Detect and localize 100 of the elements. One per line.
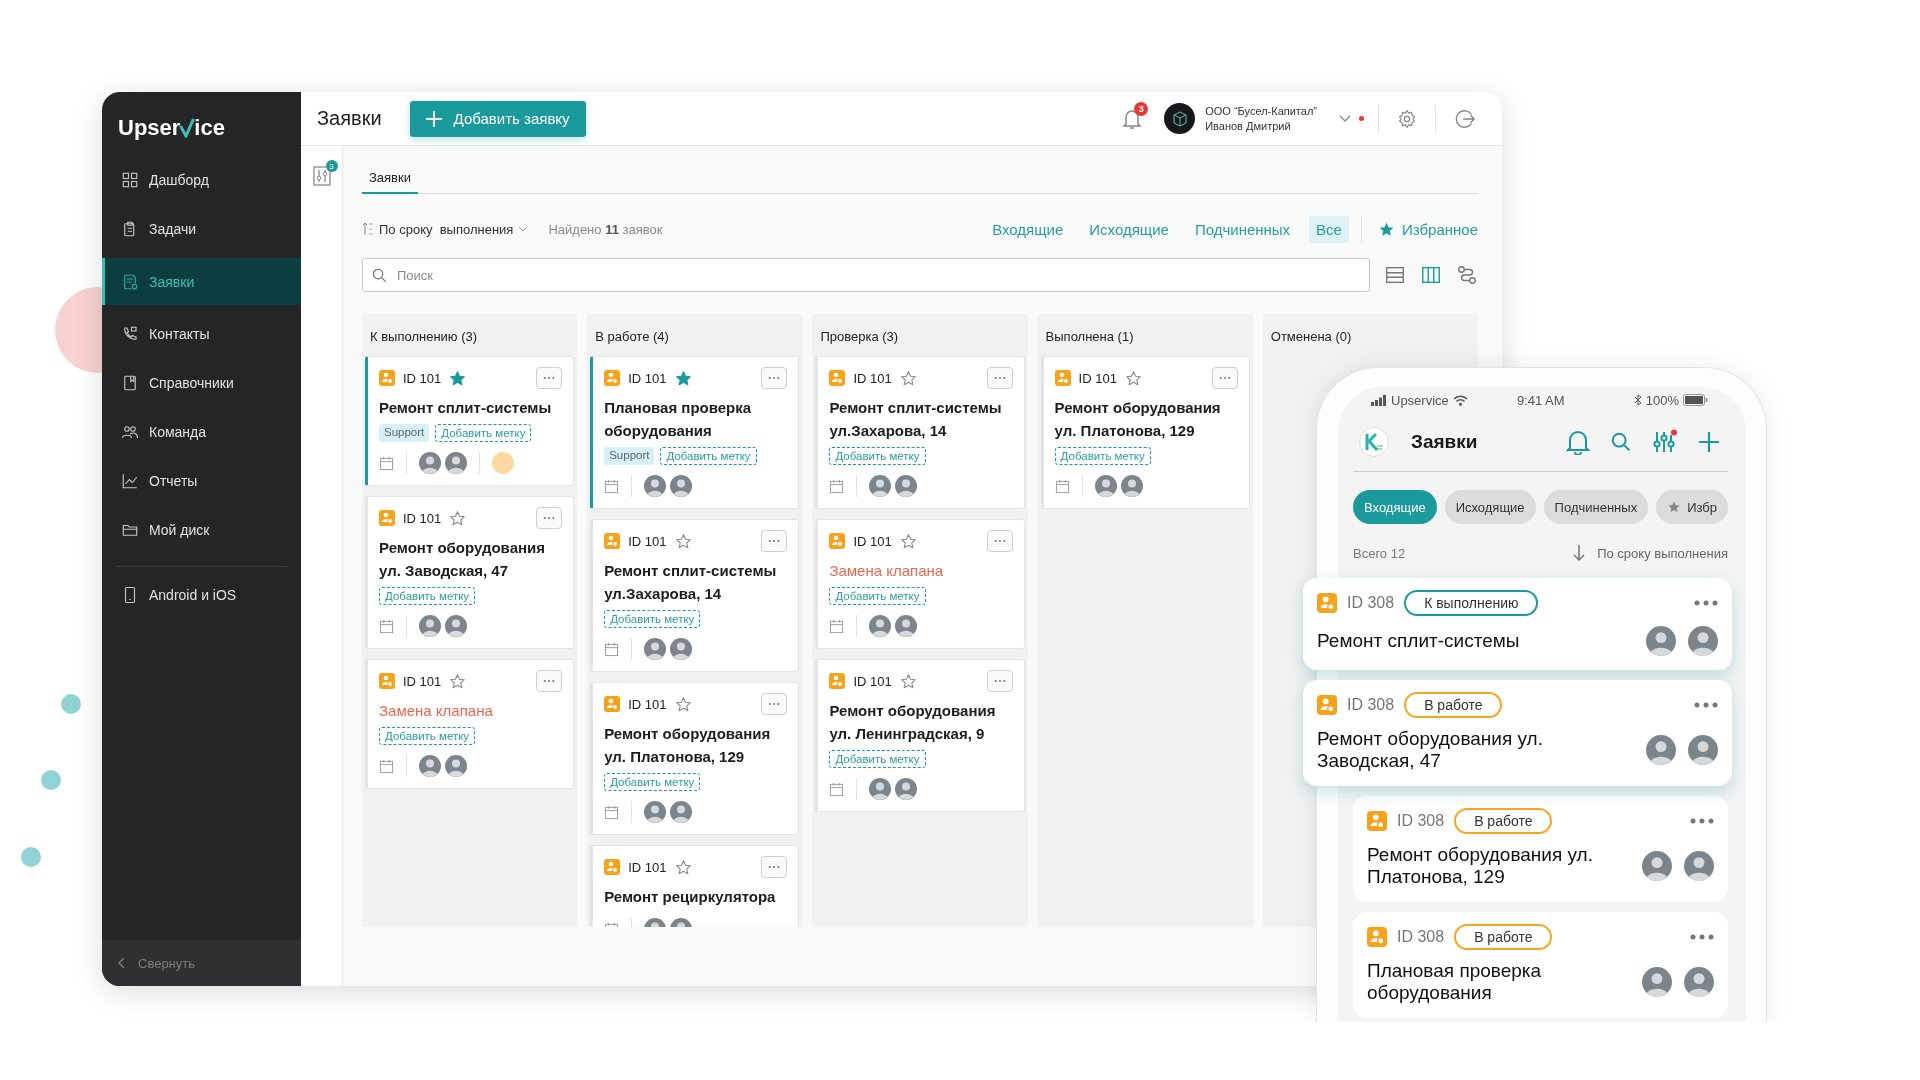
- status-badge: В работе: [1454, 808, 1553, 834]
- request-card[interactable]: ID 101 Ремонт оборудования ул. Платонова, 129 Добавить метку: [1040, 356, 1250, 509]
- sidebar-item[interactable]: Контакты: [102, 314, 301, 354]
- more-button[interactable]: [986, 670, 1013, 692]
- grid-icon: [121, 171, 139, 189]
- star-icon[interactable]: [449, 509, 467, 527]
- dots-icon: [1218, 376, 1231, 380]
- dots-icon: [768, 376, 781, 380]
- flow-view-icon[interactable]: [1456, 264, 1478, 286]
- more-icon[interactable]: [1690, 934, 1714, 940]
- more-button[interactable]: [986, 530, 1013, 552]
- decorative-circle: [61, 694, 81, 714]
- more-button[interactable]: [1211, 367, 1238, 389]
- dots-icon: [993, 539, 1006, 543]
- sort-dropdown[interactable]: По сроку выполнения: [362, 221, 529, 237]
- app-logo: [1359, 427, 1389, 457]
- chevron-down-icon: [518, 226, 529, 232]
- more-button[interactable]: [536, 367, 563, 389]
- search-icon[interactable]: [1610, 431, 1632, 453]
- arrow-down-icon: [1573, 544, 1586, 562]
- request-card[interactable]: ID 101 Ремонт сплит-системы ул.Захарова, 14 Добавить метку: [815, 356, 1025, 509]
- total-count: Всего 12: [1353, 545, 1406, 561]
- request-card[interactable]: ID 101 Ремонт оборудования ул. Заводская, 47 Добавить метку: [365, 496, 575, 649]
- star-icon[interactable]: [1124, 369, 1142, 387]
- add-icon[interactable]: [1698, 431, 1720, 453]
- request-card[interactable]: ID 101 Плановая проверка оборудования Support Добавить метку: [590, 356, 800, 509]
- sidebar-item[interactable]: Команда: [102, 412, 301, 452]
- filter-icon[interactable]: [312, 166, 331, 186]
- more-button[interactable]: [761, 693, 788, 715]
- request-card[interactable]: ID 101 Ремонт оборудования ул. Ленинградская, 9 Добавить метку: [815, 659, 1025, 812]
- list-view-icon[interactable]: [1384, 264, 1406, 286]
- more-icon[interactable]: [1690, 818, 1714, 824]
- tag: Support: [379, 424, 430, 442]
- request-title: Ремонт сплит-системы ул.Захарова, 14: [604, 561, 778, 604]
- request-id: ID 101: [853, 370, 892, 386]
- sidebar-item[interactable]: Дашборд: [102, 160, 301, 200]
- request-card[interactable]: ID 101 Ремонт сплит-системы ул.Захарова, 14 Добавить метку: [590, 519, 800, 672]
- columns-view-icon[interactable]: [1420, 264, 1442, 286]
- request-card[interactable]: ID 101 Замена клапана Добавить метку: [815, 519, 1025, 649]
- sort-button[interactable]: По сроку выполнения: [1573, 544, 1728, 562]
- sort-icon: [362, 222, 374, 236]
- star-icon[interactable]: [899, 532, 917, 550]
- request-card[interactable]: ID 101 Ремонт рециркулятора: [590, 845, 800, 927]
- more-icon[interactable]: [1694, 600, 1718, 606]
- bell-icon[interactable]: [1566, 429, 1590, 455]
- sidebar-item[interactable]: Справочники: [102, 363, 301, 403]
- dots-icon: [993, 376, 1006, 380]
- notification-badge: 3: [1134, 101, 1149, 116]
- star-icon[interactable]: [674, 532, 692, 550]
- request-card[interactable]: ID 308 В работе Ремонт оборудования ул. Заводская, 47: [1303, 680, 1732, 786]
- star-icon[interactable]: [449, 672, 467, 690]
- more-button[interactable]: [761, 367, 788, 389]
- people-icon: [121, 423, 139, 441]
- star-icon[interactable]: [449, 369, 467, 387]
- sidebar-item[interactable]: Android и iOS: [102, 575, 301, 615]
- request-icon: [604, 533, 621, 549]
- star-icon[interactable]: [899, 369, 917, 387]
- star-icon[interactable]: [674, 858, 692, 876]
- filter-icon[interactable]: [1652, 429, 1678, 455]
- request-card[interactable]: ID 101 Ремонт сплит-системы Support Добавить метку: [365, 356, 575, 486]
- request-card[interactable]: ID 308 В работе Ремонт оборудования ул. Платонова, 129: [1353, 796, 1728, 902]
- tab[interactable]: Заявки: [362, 164, 418, 194]
- request-card[interactable]: ID 308 К выполнению Ремонт сплит-системы: [1303, 578, 1732, 670]
- sidebar-item[interactable]: Задачи: [102, 209, 301, 249]
- dots-icon: [543, 516, 556, 520]
- sidebar-item[interactable]: Заявки: [102, 258, 301, 305]
- filter-tab[interactable]: Подчиненных: [1543, 490, 1649, 524]
- sidebar-item[interactable]: Мой диск: [102, 510, 301, 550]
- request-id: ID 308: [1347, 594, 1395, 612]
- more-button[interactable]: [761, 856, 788, 878]
- battery-icon: [1683, 394, 1708, 406]
- request-title: Ремонт сплит-системы ул.Захарова, 14: [829, 398, 1003, 441]
- request-card[interactable]: ID 101 Ремонт оборудования ул. Платонова, 129 Добавить метку: [590, 682, 800, 835]
- sidebar-item[interactable]: Отчеты: [102, 461, 301, 501]
- request-icon: [379, 510, 395, 526]
- decorative-circle: [41, 770, 61, 790]
- more-button[interactable]: [536, 670, 563, 692]
- star-icon[interactable]: [674, 369, 692, 387]
- search-icon: [372, 268, 387, 283]
- filter-tab[interactable]: Избр: [1656, 490, 1728, 524]
- dots-icon: [993, 679, 1006, 683]
- star-icon[interactable]: [899, 672, 917, 690]
- settings-icon[interactable]: [1397, 108, 1417, 129]
- more-icon[interactable]: [1694, 702, 1718, 708]
- request-id: ID 101: [628, 696, 667, 712]
- filter-badge: 3: [325, 160, 338, 172]
- bell-icon[interactable]: [1122, 107, 1143, 130]
- more-button[interactable]: [986, 367, 1013, 389]
- filter-tab[interactable]: Исходящие: [1444, 490, 1536, 524]
- more-button[interactable]: [761, 530, 788, 552]
- request-card[interactable]: ID 101 Замена клапана Добавить метку: [365, 659, 575, 789]
- request-card[interactable]: ID 308 В работе Плановая проверка оборудования: [1353, 912, 1728, 1018]
- logo: Upser ice: [117, 114, 226, 142]
- screen-title: Заявки: [1411, 431, 1478, 453]
- star-icon[interactable]: [674, 695, 692, 713]
- search-field[interactable]: Поиск: [362, 258, 1370, 292]
- chevron-down-icon[interactable]: [1339, 114, 1351, 123]
- logout-icon[interactable]: [1454, 107, 1476, 130]
- more-button[interactable]: [536, 507, 563, 529]
- request-title: Плановая проверка оборудования: [604, 398, 753, 441]
